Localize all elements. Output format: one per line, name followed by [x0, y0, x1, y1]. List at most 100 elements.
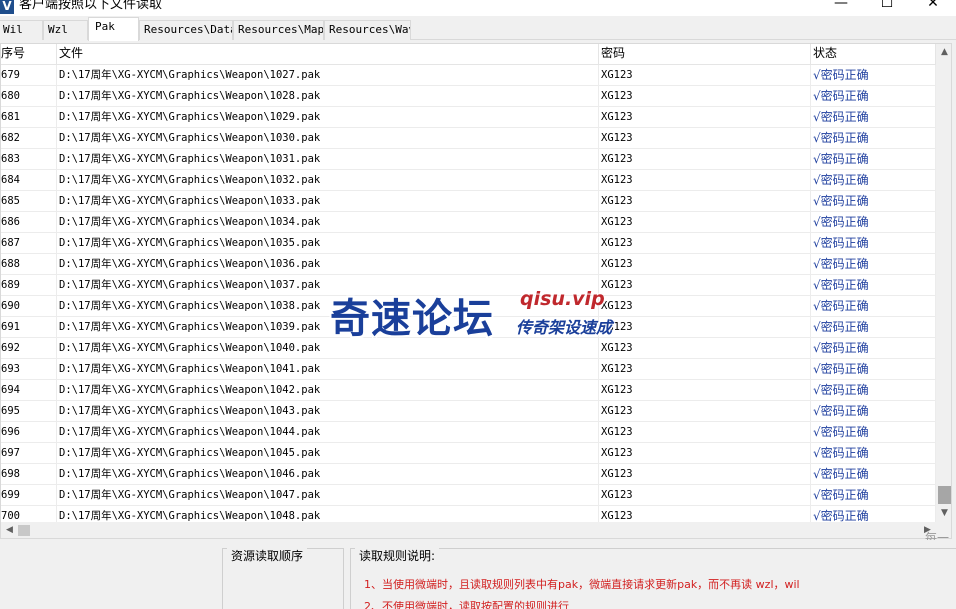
row-index: 684: [1, 170, 57, 190]
bottom-panel: 资源读取顺序 读取规则说明: 1、当使用微端时，且读取规则列表中有pak，微端直…: [0, 540, 956, 609]
row-status: √密码正确: [811, 380, 936, 400]
tab-wzl[interactable]: Wzl: [43, 20, 88, 40]
table-row[interactable]: 681 D:\17周年\XG-XYCM\Graphics\Weapon\1029.…: [1, 107, 936, 128]
row-file-path: D:\17周年\XG-XYCM\Graphics\Weapon\1035.pak: [57, 233, 599, 253]
column-header-password[interactable]: 密码: [599, 44, 811, 65]
row-password: XG123: [599, 107, 811, 127]
scroll-up-arrow-icon[interactable]: ▲: [936, 44, 951, 61]
row-file-path: D:\17周年\XG-XYCM\Graphics\Weapon\1047.pak: [57, 485, 599, 505]
watermark: 奇速论坛 qisu.vip 传奇架设速成: [330, 286, 630, 342]
row-index: 698: [1, 464, 57, 484]
row-index: 690: [1, 296, 57, 316]
row-status: √密码正确: [811, 464, 936, 484]
watermark-domain: qisu.vip: [520, 288, 605, 310]
scroll-left-arrow-icon[interactable]: ◀: [1, 522, 18, 538]
tab-pak[interactable]: Pak: [88, 17, 139, 41]
row-status: √密码正确: [811, 65, 936, 85]
table-row[interactable]: 682 D:\17周年\XG-XYCM\Graphics\Weapon\1030.…: [1, 128, 936, 149]
vertical-scrollbar[interactable]: ▲ ▼: [936, 44, 951, 522]
table-row[interactable]: 693 D:\17周年\XG-XYCM\Graphics\Weapon\1041.…: [1, 359, 936, 380]
table-row[interactable]: 696 D:\17周年\XG-XYCM\Graphics\Weapon\1044.…: [1, 422, 936, 443]
table-row[interactable]: 684 D:\17周年\XG-XYCM\Graphics\Weapon\1032.…: [1, 170, 936, 191]
window-title: 客户端按照以下文件读取: [19, 0, 163, 12]
row-status: √密码正确: [811, 338, 936, 358]
row-password: XG123: [599, 149, 811, 169]
vertical-scroll-thumb[interactable]: [938, 486, 951, 504]
row-password: XG123: [599, 359, 811, 379]
minimize-button[interactable]: —: [818, 0, 864, 16]
row-status: √密码正确: [811, 212, 936, 232]
list-header: 序号 文件 密码 状态: [1, 44, 936, 65]
row-status: √密码正确: [811, 296, 936, 316]
tab-resources-data[interactable]: Resources\Data: [139, 20, 233, 40]
horizontal-scroll-thumb[interactable]: [18, 525, 30, 536]
row-status: √密码正确: [811, 86, 936, 106]
row-file-path: D:\17周年\XG-XYCM\Graphics\Weapon\1027.pak: [57, 65, 599, 85]
row-status: √密码正确: [811, 170, 936, 190]
row-password: XG123: [599, 65, 811, 85]
row-file-path: D:\17周年\XG-XYCM\Graphics\Weapon\1030.pak: [57, 128, 599, 148]
row-password: XG123: [599, 317, 811, 337]
row-password: XG123: [599, 422, 811, 442]
row-index: 686: [1, 212, 57, 232]
table-row[interactable]: 688 D:\17周年\XG-XYCM\Graphics\Weapon\1036.…: [1, 254, 936, 275]
row-file-path: D:\17周年\XG-XYCM\Graphics\Weapon\1041.pak: [57, 359, 599, 379]
table-row[interactable]: 698 D:\17周年\XG-XYCM\Graphics\Weapon\1046.…: [1, 464, 936, 485]
row-password: XG123: [599, 296, 811, 316]
row-status: √密码正确: [811, 149, 936, 169]
row-password: XG123: [599, 380, 811, 400]
table-row[interactable]: 697 D:\17周年\XG-XYCM\Graphics\Weapon\1045.…: [1, 443, 936, 464]
row-index: 699: [1, 485, 57, 505]
title-bar: V 客户端按照以下文件读取 — ☐ ✕: [0, 0, 956, 16]
row-password: XG123: [599, 443, 811, 463]
table-row[interactable]: 679 D:\17周年\XG-XYCM\Graphics\Weapon\1027.…: [1, 65, 936, 86]
tab-resources-wav[interactable]: Resources\Wav: [324, 20, 411, 40]
table-row[interactable]: 680 D:\17周年\XG-XYCM\Graphics\Weapon\1028.…: [1, 86, 936, 107]
column-header-index[interactable]: 序号: [1, 44, 57, 65]
tab-resources-map[interactable]: Resources\Map: [233, 20, 324, 40]
horizontal-scrollbar[interactable]: ◀ ▶: [1, 522, 936, 538]
table-row[interactable]: 699 D:\17周年\XG-XYCM\Graphics\Weapon\1047.…: [1, 485, 936, 506]
table-row[interactable]: 686 D:\17周年\XG-XYCM\Graphics\Weapon\1034.…: [1, 212, 936, 233]
row-index: 683: [1, 149, 57, 169]
row-password: XG123: [599, 86, 811, 106]
row-file-path: D:\17周年\XG-XYCM\Graphics\Weapon\1040.pak: [57, 338, 599, 358]
row-index: 696: [1, 422, 57, 442]
close-button[interactable]: ✕: [910, 0, 956, 16]
row-file-path: D:\17周年\XG-XYCM\Graphics\Weapon\1043.pak: [57, 401, 599, 421]
row-index: 682: [1, 128, 57, 148]
table-row[interactable]: 683 D:\17周年\XG-XYCM\Graphics\Weapon\1031.…: [1, 149, 936, 170]
row-index: 689: [1, 275, 57, 295]
scroll-down-arrow-icon[interactable]: ▼: [936, 505, 951, 522]
row-index: 687: [1, 233, 57, 253]
row-password: XG123: [599, 485, 811, 505]
column-header-file[interactable]: 文件: [57, 44, 599, 65]
row-status: √密码正确: [811, 401, 936, 421]
watermark-subtitle: 传奇架设速成: [516, 318, 613, 337]
table-row[interactable]: 694 D:\17周年\XG-XYCM\Graphics\Weapon\1042.…: [1, 380, 936, 401]
row-index: 693: [1, 359, 57, 379]
row-password: XG123: [599, 233, 811, 253]
row-password: XG123: [599, 191, 811, 211]
tab-wil[interactable]: Wil: [0, 20, 43, 40]
row-file-path: D:\17周年\XG-XYCM\Graphics\Weapon\1032.pak: [57, 170, 599, 190]
row-password: XG123: [599, 275, 811, 295]
row-index: 691: [1, 317, 57, 337]
maximize-button[interactable]: ☐: [864, 0, 910, 16]
resource-order-group: 资源读取顺序: [222, 547, 344, 609]
column-header-status[interactable]: 状态: [811, 44, 936, 65]
row-file-path: D:\17周年\XG-XYCM\Graphics\Weapon\1045.pak: [57, 443, 599, 463]
row-status: √密码正确: [811, 485, 936, 505]
row-password: XG123: [599, 464, 811, 484]
row-file-path: D:\17周年\XG-XYCM\Graphics\Weapon\1028.pak: [57, 86, 599, 106]
table-row[interactable]: 687 D:\17周年\XG-XYCM\Graphics\Weapon\1035.…: [1, 233, 936, 254]
row-password: XG123: [599, 338, 811, 358]
resource-order-label: 资源读取顺序: [227, 547, 308, 564]
table-row[interactable]: 685 D:\17周年\XG-XYCM\Graphics\Weapon\1033.…: [1, 191, 936, 212]
row-index: 680: [1, 86, 57, 106]
row-index: 695: [1, 401, 57, 421]
table-row[interactable]: 695 D:\17周年\XG-XYCM\Graphics\Weapon\1043.…: [1, 401, 936, 422]
row-index: 685: [1, 191, 57, 211]
row-file-path: D:\17周年\XG-XYCM\Graphics\Weapon\1029.pak: [57, 107, 599, 127]
rule-line-2: 2、不使用微端时，读取按配置的规则进行: [364, 600, 569, 609]
